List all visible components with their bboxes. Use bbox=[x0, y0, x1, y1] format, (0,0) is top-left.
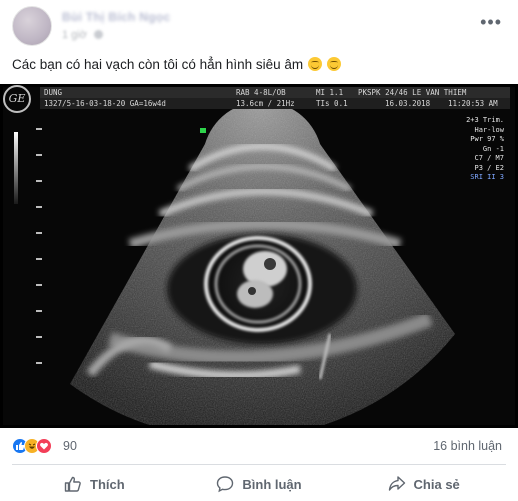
author-name[interactable]: Bùi Thị Bích Ngọc bbox=[62, 10, 170, 24]
like-label: Thích bbox=[90, 476, 125, 492]
facebook-post: Bùi Thị Bích Ngọc 1 giờ ••• Các bạn có h… bbox=[0, 0, 518, 501]
reaction-count[interactable]: 90 bbox=[63, 439, 77, 453]
ge-logo: GE bbox=[3, 85, 31, 113]
caption-text: Các bạn có hai vạch còn tôi có hẳn hình … bbox=[12, 57, 304, 72]
ultrasound-header-row-2: 1327/5-16-03-18-20 GA=16w4d 13.6cm / 21H… bbox=[40, 98, 510, 109]
setting-trim: 2+3 Trim. bbox=[466, 116, 504, 124]
probe-label: RAB 4-8L/OB bbox=[236, 88, 286, 97]
scan-time: 11:20:53 AM bbox=[448, 99, 498, 108]
avatar[interactable] bbox=[12, 6, 52, 46]
exam-id: 1327/5-16-03-18-20 GA=16w4d bbox=[44, 99, 166, 108]
more-dots-icon[interactable]: ••• bbox=[480, 12, 502, 33]
smile-emoji-icon bbox=[326, 57, 341, 71]
setting-sri: SRI II 3 bbox=[470, 173, 504, 181]
globe-icon bbox=[94, 30, 104, 39]
share-label: Chia sẻ bbox=[413, 476, 460, 492]
setting-har: Har-low bbox=[474, 125, 504, 134]
ultrasound-scan bbox=[0, 84, 518, 428]
share-button[interactable]: Chia sẻ bbox=[341, 468, 506, 500]
divider bbox=[12, 464, 506, 465]
post-caption: Các bạn có hai vạch còn tôi có hẳn hình … bbox=[12, 57, 341, 72]
tis-label: TIs 0.1 bbox=[316, 99, 348, 108]
post-header: Bùi Thị Bích Ngọc 1 giờ ••• bbox=[12, 6, 506, 46]
scan-date: 16.03.2018 bbox=[385, 99, 431, 108]
focus-marker bbox=[200, 128, 206, 133]
comment-count[interactable]: 16 bình luận bbox=[433, 439, 502, 453]
smirk-emoji-icon bbox=[307, 57, 322, 71]
ultrasound-header: DUNG RAB 4-8L/OB MI 1.1 PKSPK 24/46 LE V… bbox=[40, 86, 510, 110]
setting-pe: P3 / E2 bbox=[474, 163, 504, 172]
setting-gn: Gn -1 bbox=[482, 144, 504, 153]
gray-scale-bar bbox=[14, 132, 18, 204]
ultrasound-settings: 2+3 Trim. Har-low Pwr 97 % Gn -1 C7 / M7… bbox=[466, 116, 504, 183]
depth-scale bbox=[36, 128, 46, 388]
post-actions: Thích Bình luận Chia sẻ bbox=[12, 468, 506, 500]
setting-cm: C7 / M7 bbox=[474, 154, 504, 162]
love-reaction-icon bbox=[36, 438, 52, 454]
setting-pwr: Pwr 97 % bbox=[470, 135, 504, 143]
thumbs-up-icon bbox=[64, 476, 81, 492]
post-time[interactable]: 1 giờ bbox=[62, 29, 87, 41]
share-icon bbox=[388, 476, 405, 491]
clinic-label: PKSPK 24/46 LE VAN THIEM bbox=[358, 88, 467, 97]
comment-label: Bình luận bbox=[242, 476, 302, 492]
patient-name: DUNG bbox=[44, 88, 63, 97]
post-meta: 1 giờ bbox=[62, 29, 104, 41]
like-button[interactable]: Thích bbox=[12, 468, 177, 500]
mi-label: MI 1.1 bbox=[316, 88, 344, 97]
ultrasound-photo[interactable]: GE DUNG RAB 4-8L/OB MI 1.1 PKSPK 24/46 L… bbox=[0, 84, 518, 428]
post-stats: 90 16 bình luận bbox=[12, 436, 506, 456]
comment-icon bbox=[217, 476, 234, 493]
ultrasound-header-row-1: DUNG RAB 4-8L/OB MI 1.1 PKSPK 24/46 LE V… bbox=[40, 87, 510, 98]
depth-label: 13.6cm / 21Hz bbox=[236, 99, 295, 108]
comment-button[interactable]: Bình luận bbox=[177, 468, 342, 500]
